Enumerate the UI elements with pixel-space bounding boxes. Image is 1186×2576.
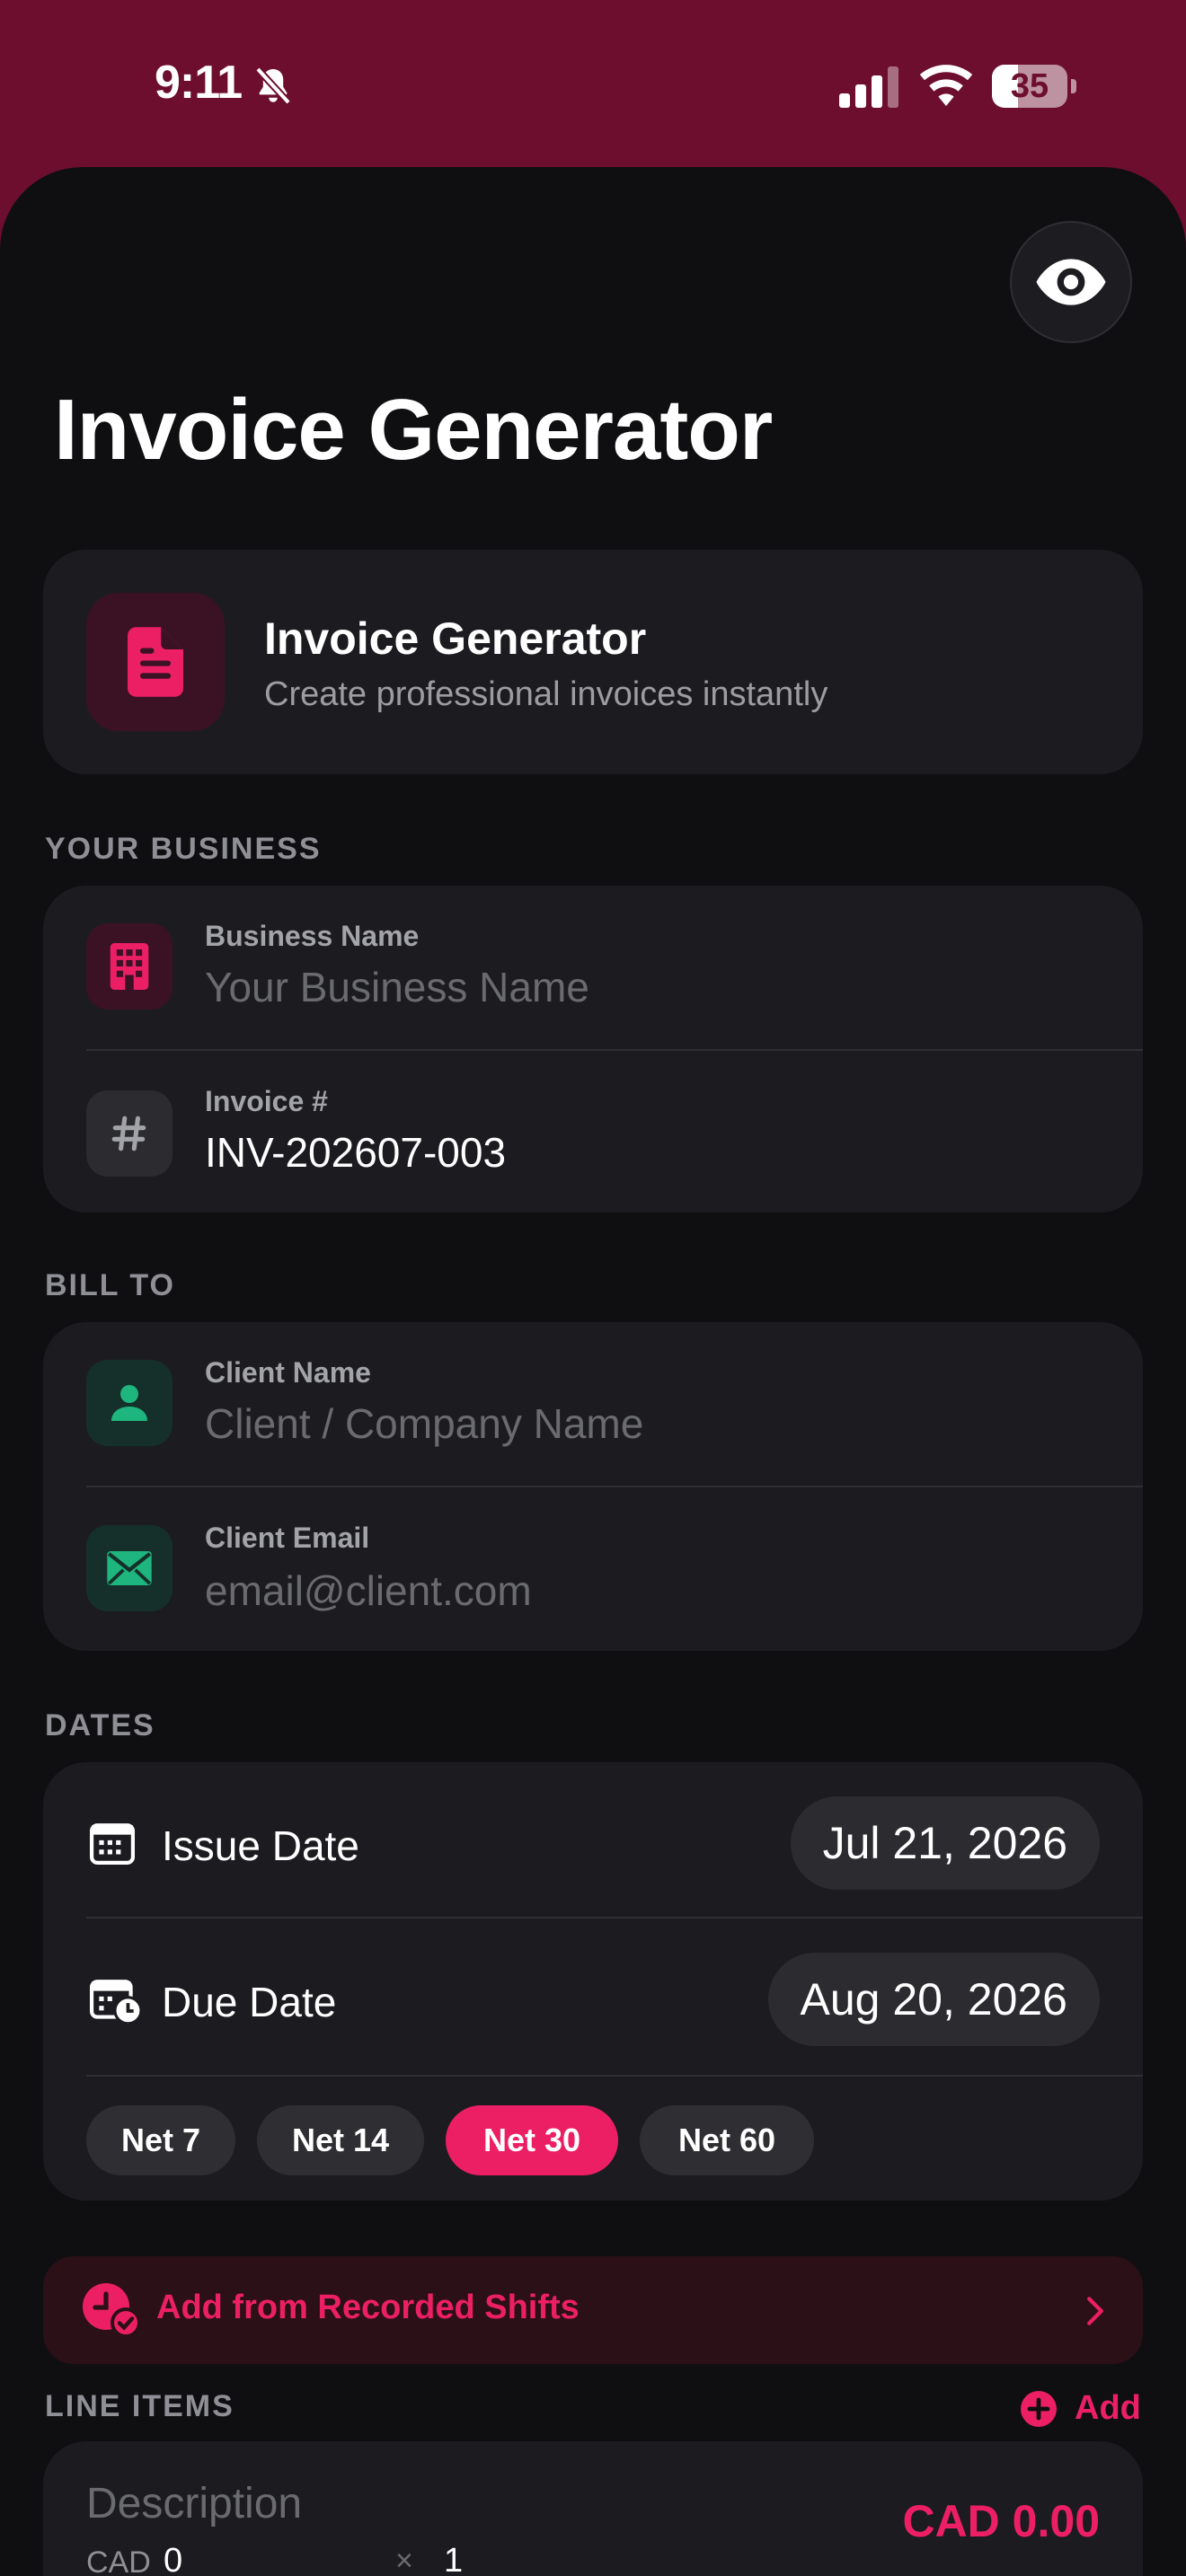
line-item-rate-input[interactable]: 0: [164, 2542, 182, 2576]
section-label-dates: DATES: [45, 1708, 155, 1742]
net-14-chip[interactable]: Net 14: [257, 2105, 424, 2175]
add-line-item-button[interactable]: Add: [1021, 2389, 1141, 2428]
building-icon: [110, 943, 149, 990]
issue-date-picker[interactable]: Jul 21, 2026: [790, 1796, 1100, 1890]
hero-card: Invoice Generator Create professional in…: [43, 550, 1143, 774]
line-item-card: Description CAD 0.00 CAD 0 × 1: [43, 2441, 1143, 2576]
business-name-label: Business Name: [205, 920, 420, 952]
page-title: Invoice Generator: [54, 382, 773, 478]
client-name-input[interactable]: Client / Company Name: [205, 1399, 643, 1448]
invoice-number-label: Invoice #: [205, 1085, 328, 1117]
section-label-bill-to: BILL TO: [45, 1268, 175, 1302]
issue-date-label: Issue Date: [162, 1822, 359, 1869]
section-label-your-business: YOUR BUSINESS: [45, 832, 322, 866]
line-item-quantity-input[interactable]: 1: [444, 2542, 463, 2576]
client-email-label: Client Email: [205, 1522, 370, 1554]
invoice-number-icon-tile: [86, 1090, 173, 1177]
battery-percent: 35: [1010, 67, 1049, 105]
document-icon: [128, 627, 183, 697]
status-time: 9:11: [155, 57, 243, 109]
bell-slash-icon: [255, 66, 291, 105]
calendar-icon: [90, 1823, 135, 1865]
net-60-chip[interactable]: Net 60: [640, 2105, 814, 2175]
client-name-label: Client Name: [205, 1356, 371, 1389]
client-email-input[interactable]: email@client.com: [205, 1566, 532, 1615]
line-item-times-sign: ×: [395, 2544, 413, 2576]
invoice-number-input[interactable]: INV-202607-003: [205, 1128, 506, 1177]
eye-icon: [1036, 259, 1106, 305]
hero-subtitle: Create professional invoices instantly: [264, 675, 828, 713]
person-icon: [111, 1385, 147, 1421]
clock-check-icon: [83, 2283, 140, 2337]
business-icon-tile: [86, 923, 173, 1010]
cellular-signal-icon: [839, 66, 898, 108]
net-30-chip[interactable]: Net 30: [446, 2105, 618, 2175]
plus-circle-icon: [1021, 2390, 1057, 2427]
wifi-icon: [919, 65, 973, 106]
business-card: Business Name Your Business Name Invoice…: [43, 886, 1143, 1213]
line-item-currency: CAD: [86, 2545, 151, 2576]
hero-icon-tile: [86, 593, 225, 731]
hero-title: Invoice Generator: [264, 613, 647, 664]
preview-button[interactable]: [1010, 221, 1132, 343]
client-email-icon-tile: [86, 1525, 173, 1611]
chevron-right-icon: [1087, 2297, 1103, 2325]
add-from-shifts-button[interactable]: Add from Recorded Shifts: [43, 2256, 1143, 2364]
due-date-label: Due Date: [162, 1979, 337, 2025]
status-bar: 9:11 35: [0, 0, 1186, 171]
hash-icon: [111, 1116, 146, 1151]
calendar-clock-icon: [90, 1980, 142, 2025]
due-date-picker[interactable]: Aug 20, 2026: [767, 1953, 1100, 2046]
bill-to-card: Client Name Client / Company Name Client…: [43, 1322, 1143, 1651]
add-line-item-label: Add: [1075, 2389, 1141, 2427]
add-from-shifts-label: Add from Recorded Shifts: [156, 2289, 580, 2326]
line-item-description-input[interactable]: Description: [86, 2479, 302, 2528]
section-label-line-items: LINE ITEMS: [45, 2389, 235, 2423]
net-7-chip[interactable]: Net 7: [86, 2105, 235, 2175]
client-name-icon-tile: [86, 1360, 173, 1446]
envelope-icon: [107, 1551, 152, 1585]
battery-indicator: 35: [992, 65, 1076, 108]
divider: [86, 1917, 1143, 1919]
divider: [86, 1049, 1143, 1051]
line-item-amount: CAD 0.00: [902, 2496, 1100, 2546]
divider: [86, 2075, 1143, 2077]
divider: [86, 1486, 1143, 1487]
business-name-input[interactable]: Your Business Name: [205, 963, 589, 1011]
